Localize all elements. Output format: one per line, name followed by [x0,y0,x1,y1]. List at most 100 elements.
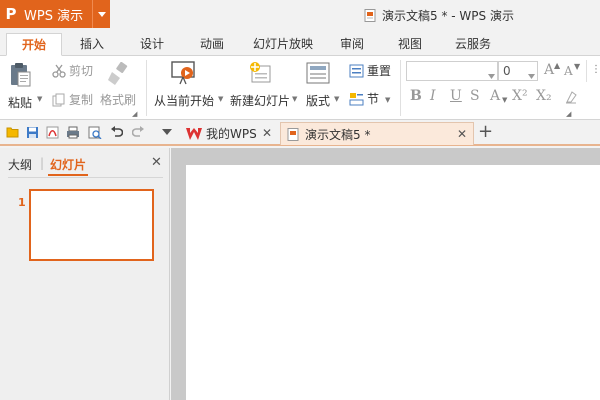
new-slide-dropdown-icon[interactable]: ▼ [292,95,297,103]
copy-icon [52,93,65,106]
slide-thumbnail[interactable] [29,189,154,261]
pane-header: 大纲 | 幻灯片 ✕ [0,148,170,178]
shrink-arrow-icon: ▼ [574,62,581,71]
tab-insert[interactable]: 插入 [72,33,112,56]
save-icon[interactable] [26,126,39,139]
doc-tab-label: 演示文稿5 * [305,127,371,142]
doc-tab-my-wps[interactable]: 我的WPS ✕ [180,122,278,145]
tab-slides[interactable]: 幻灯片 [50,156,86,173]
tab-cloud[interactable]: 云服务 [448,33,498,56]
copy-label: 复制 [69,93,94,107]
quick-access-bar: 我的WPS ✕ 演示文稿5 * ✕ [0,120,600,146]
section-icon [349,92,364,105]
reset-label: 重置 [367,64,392,78]
chevron-down-icon [488,68,495,82]
shrink-font-button[interactable]: A [564,64,573,78]
close-icon[interactable]: ✕ [457,127,467,141]
reset-button[interactable]: 重置 [349,62,391,79]
grow-font-button[interactable]: A [544,62,554,78]
section-dropdown-icon[interactable]: ▼ [385,96,390,104]
layout-dropdown-icon[interactable]: ▼ [334,95,339,103]
paste-dropdown-icon[interactable]: ▼ [37,95,42,103]
subscript-button[interactable]: X₂ [536,88,552,104]
print-preview-icon[interactable] [88,126,102,139]
tab-home[interactable]: 开始 [6,33,62,56]
italic-button[interactable]: I [430,88,436,104]
group-divider [400,60,401,116]
copy-button[interactable]: 复制 [52,91,93,108]
redo-icon[interactable] [132,126,145,138]
tab-animation[interactable]: 动画 [192,33,232,56]
doc-tab-presentation[interactable]: 演示文稿5 * ✕ [280,122,474,145]
text-options-icon[interactable]: ⋮ [591,64,600,75]
char-spacing-dropdown-icon[interactable]: ▼ [502,96,507,104]
tab-view[interactable]: 视图 [392,33,428,56]
play-dropdown-icon[interactable]: ▼ [218,95,223,103]
presentation-file-icon [364,9,376,22]
play-from-current-button[interactable]: 从当前开始 [154,60,214,109]
clipboard-launcher-icon[interactable]: ◢ [132,110,137,118]
underline-button[interactable]: U [450,88,462,104]
font-size-value: 0 [503,64,511,78]
tab-outline[interactable]: 大纲 [8,156,32,173]
tab-design[interactable]: 设计 [132,33,172,56]
paste-icon [11,63,31,87]
title-bar: P WPS 演示 演示文稿5 * - WPS 演示 [0,0,600,30]
brush-icon [108,62,128,85]
layout-label: 版式 [306,94,331,108]
app-menu-button[interactable]: P WPS 演示 [0,0,110,28]
app-name: WPS 演示 [24,8,84,24]
group-divider [146,60,147,116]
close-icon[interactable]: ✕ [262,126,272,140]
ribbon-panel: 粘贴 ▼ 剪切 复制 格式刷 ◢ 从当前开始 ▼ 新建幻灯片 ▼ 版式 ▼ 重置… [0,56,600,120]
undo-icon[interactable] [110,126,123,138]
bold-button[interactable]: B [410,88,422,104]
new-slide-label: 新建幻灯片 [230,94,291,108]
shadow-button[interactable]: S [470,88,480,104]
close-icon[interactable]: ✕ [151,155,162,170]
presentation-file-icon [287,127,299,141]
slide-number: 1 [18,196,26,209]
wps-brand-icon [186,127,202,140]
slides-pane: 大纲 | 幻灯片 ✕ [0,148,170,400]
new-slide-icon [250,62,271,83]
print-icon[interactable] [66,126,80,139]
pane-divider [8,177,163,178]
group-divider [586,60,587,82]
ribbon-tabs: 开始 插入 设计 动画 幻灯片放映 审阅 视图 云服务 [0,30,600,56]
superscript-button[interactable]: X² [512,88,528,104]
font-launcher-icon[interactable]: ◢ [566,110,571,118]
font-name-select[interactable] [406,61,498,81]
paste-button[interactable]: 粘贴 [8,62,32,111]
section-label: 节 [367,92,380,106]
char-spacing-button[interactable]: A [490,88,500,104]
format-painter-label: 格式刷 [100,93,137,107]
clear-format-icon[interactable] [564,90,578,107]
new-slide-button[interactable]: 新建幻灯片 [230,60,290,109]
new-tab-button[interactable]: + [478,121,493,142]
slideshow-play-icon [171,61,195,85]
open-folder-icon[interactable] [6,126,20,138]
customize-toolbar-icon[interactable] [162,129,172,135]
slide-canvas[interactable] [186,165,600,400]
font-size-select[interactable]: 0 [498,61,538,81]
grow-arrow-icon: ▲ [554,61,561,70]
tab-review[interactable]: 审阅 [334,33,370,56]
paste-label: 粘贴 [8,96,33,110]
cut-button[interactable]: 剪切 [52,62,93,79]
export-pdf-icon[interactable] [46,126,59,139]
section-button[interactable]: 节 [349,90,379,107]
format-painter-button[interactable]: 格式刷 [100,62,136,108]
doc-tab-label: 我的WPS [206,127,257,141]
reset-icon [349,64,364,77]
chevron-down-icon[interactable] [92,0,110,28]
layout-icon [306,62,330,84]
tab-slideshow[interactable]: 幻灯片放映 [248,33,318,56]
active-tab-indicator [48,174,88,176]
wps-logo-icon: P [5,5,17,23]
window-title: 演示文稿5 * - WPS 演示 [364,7,514,24]
tab-separator: | [40,156,45,170]
layout-button[interactable]: 版式 [306,62,330,109]
play-from-current-label: 从当前开始 [154,94,215,108]
chevron-down-icon [528,68,535,82]
